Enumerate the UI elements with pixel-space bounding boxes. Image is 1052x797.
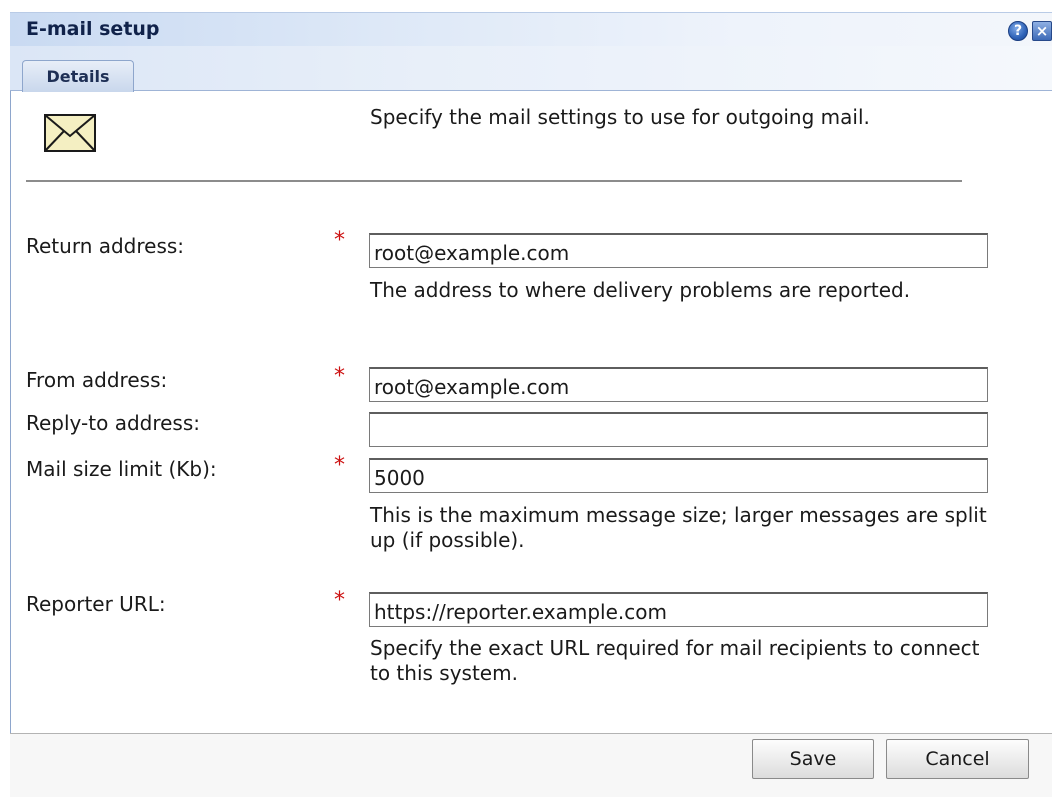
return-address-required-marker: * [334,228,345,253]
tab-strip: Details [10,46,1052,92]
cancel-button[interactable]: Cancel [886,739,1029,779]
reply-to-address-label: Reply-to address: [26,411,201,435]
reporter-url-required-marker: * [334,588,345,613]
save-button[interactable]: Save [752,739,874,779]
from-address-required-marker: * [334,364,345,389]
help-icon[interactable]: ? [1008,21,1028,41]
from-address-label: From address: [26,368,168,392]
reporter-url-label: Reporter URL: [26,592,166,616]
return-address-input[interactable] [369,233,988,268]
dialog-titlebar: E-mail setup ? × [10,12,1052,46]
mail-size-limit-label: Mail size limit (Kb): [26,457,217,481]
return-address-hint: The address to where delivery problems a… [370,278,911,302]
email-setup-dialog: E-mail setup ? × Details Specify the mai… [0,0,1052,797]
section-divider [26,180,962,182]
close-icon[interactable]: × [1032,21,1052,41]
reporter-url-hint: Specify the exact URL required for mail … [370,636,980,685]
return-address-label: Return address: [26,234,185,258]
envelope-icon [44,114,96,156]
dialog-title: E-mail setup [26,18,160,40]
mail-size-limit-input[interactable] [369,458,988,493]
reply-to-address-input[interactable] [369,412,988,447]
panel-left-border [10,91,11,797]
intro-text: Specify the mail settings to use for out… [370,105,870,129]
reporter-url-input[interactable] [369,592,988,627]
mail-size-limit-required-marker: * [334,453,345,478]
from-address-input[interactable] [369,367,988,402]
tab-details[interactable]: Details [22,60,134,92]
mail-size-limit-hint: This is the maximum message size; larger… [370,503,987,552]
